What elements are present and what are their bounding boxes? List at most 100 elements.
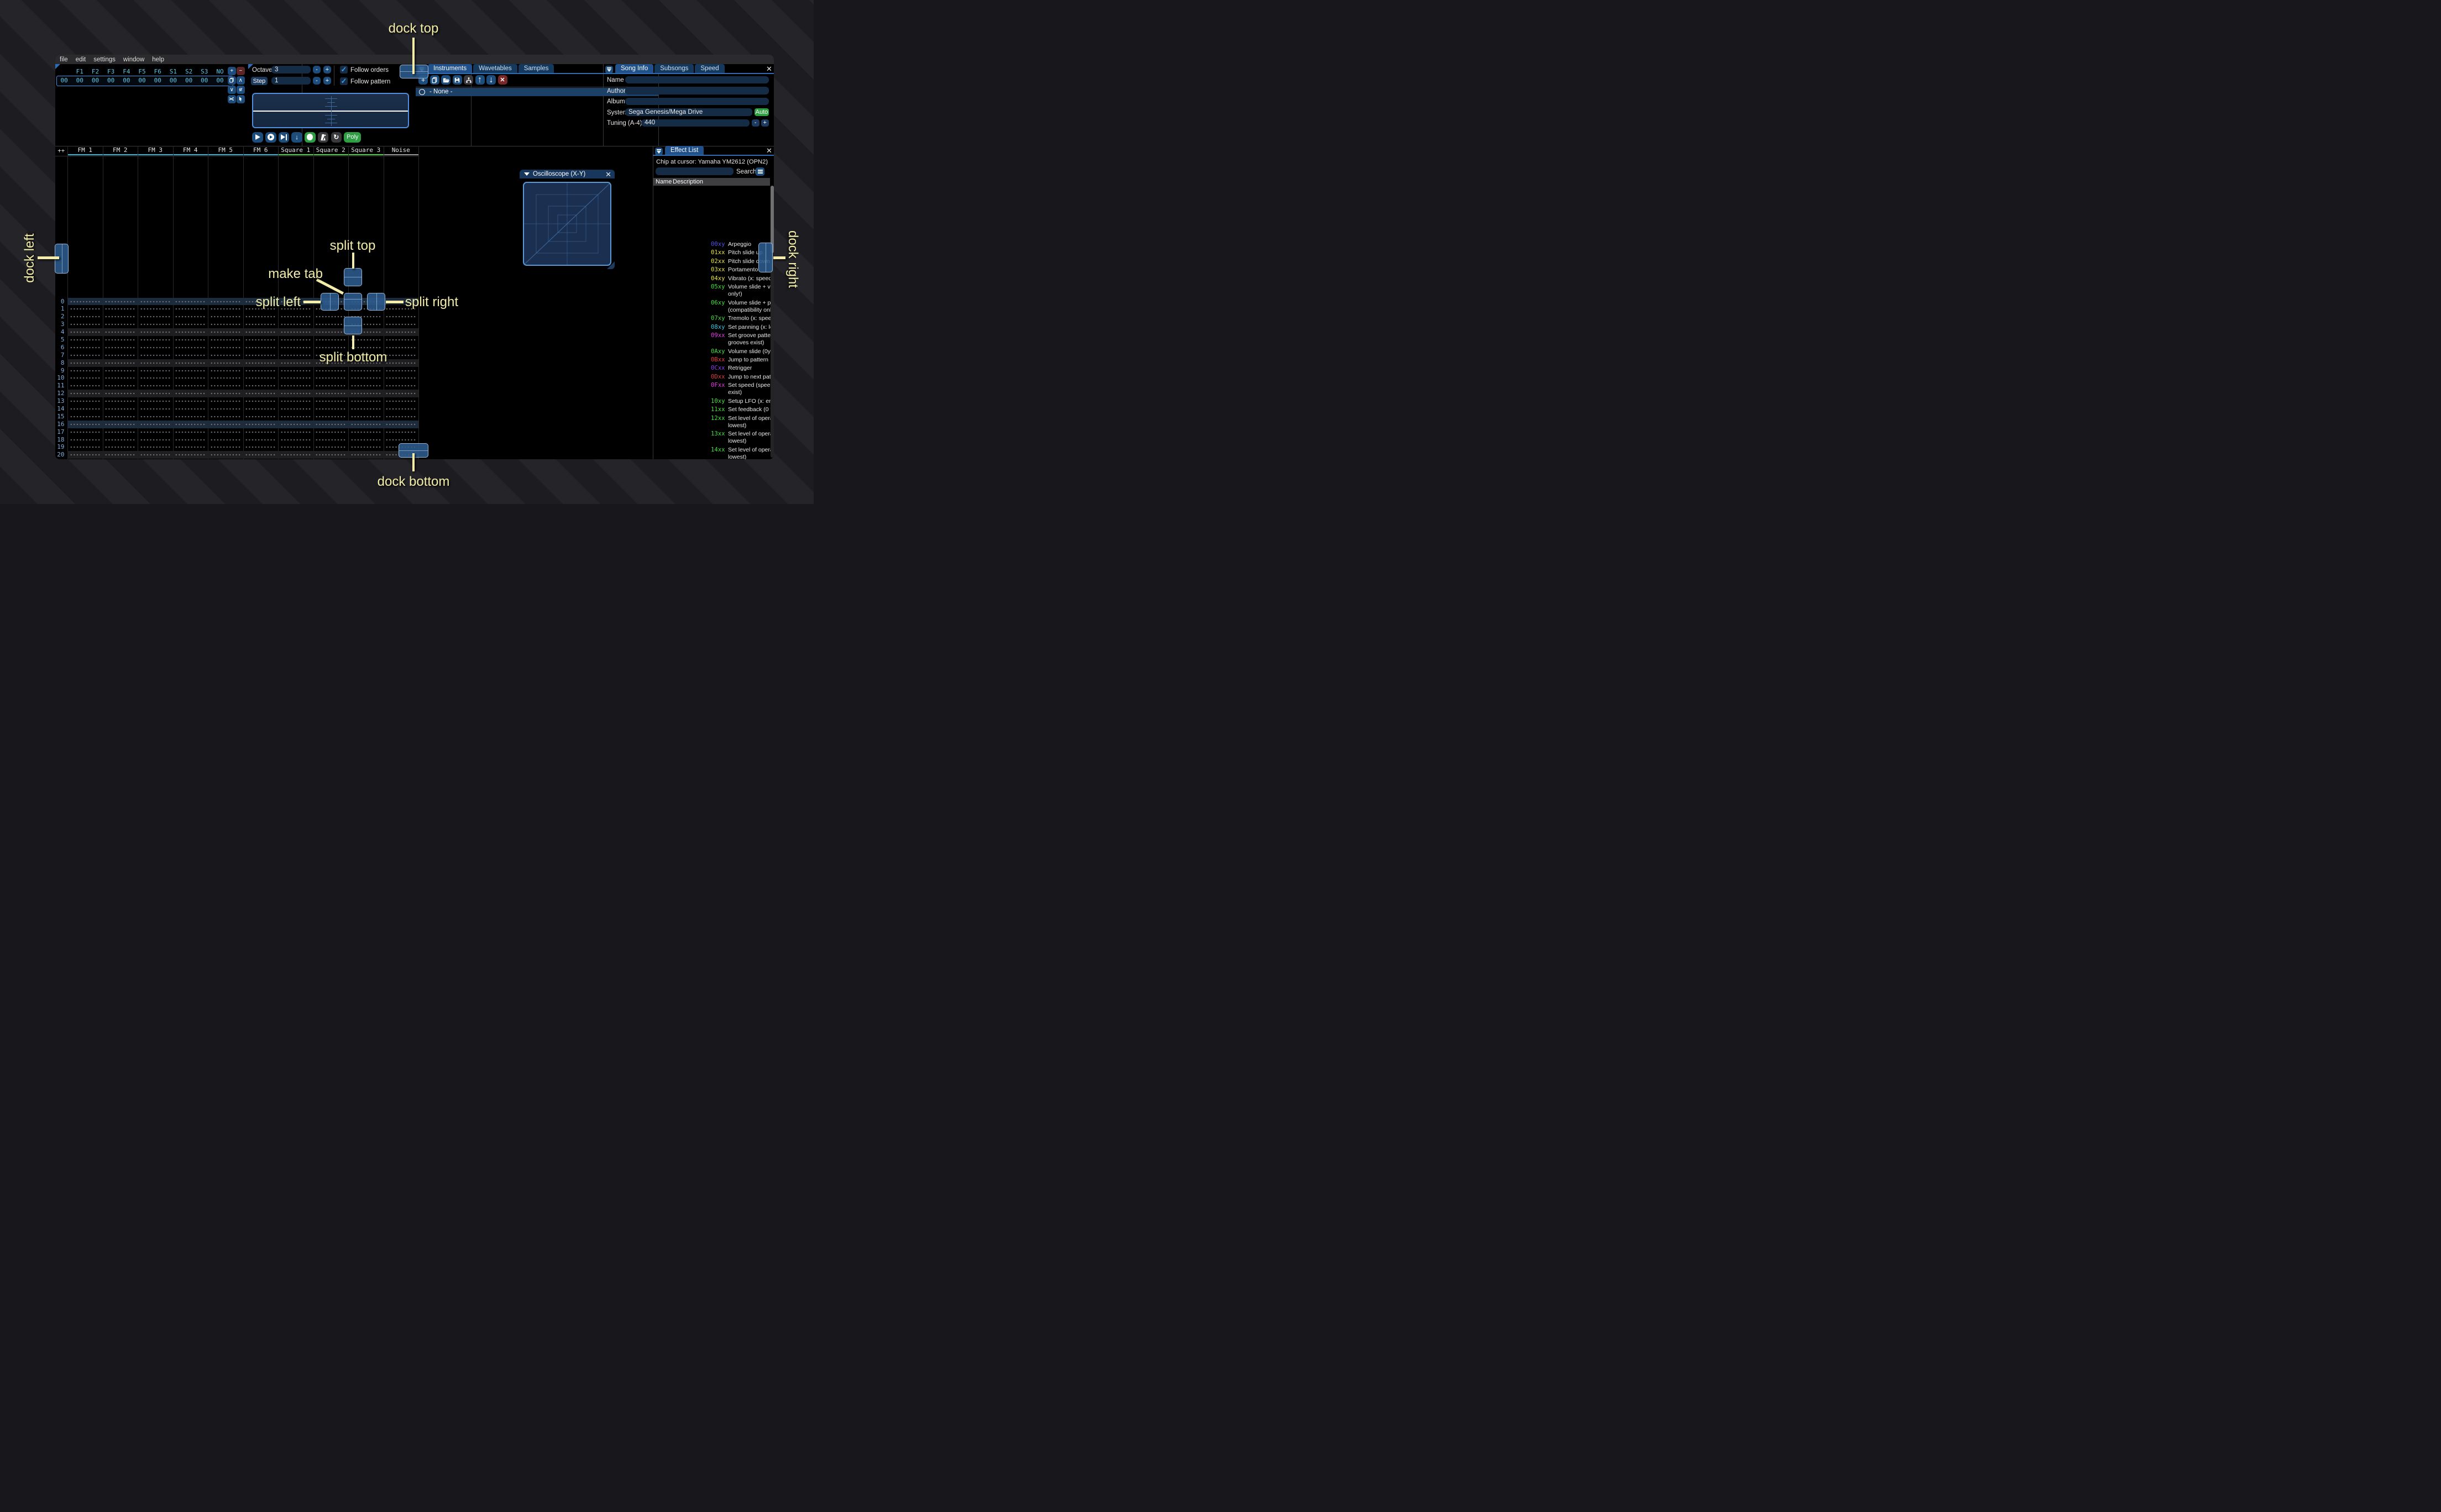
collapse-icon[interactable] xyxy=(524,172,530,176)
split-bottom-target[interactable] xyxy=(344,316,362,335)
order-pointer-icon[interactable] xyxy=(237,95,245,103)
step-minus-button[interactable]: - xyxy=(313,77,321,85)
orders-cell[interactable]: 00 xyxy=(56,77,72,84)
effect-table-header[interactable]: Name Description xyxy=(653,178,770,186)
channel-header[interactable]: FM 3 xyxy=(138,146,173,155)
dock-right-target[interactable] xyxy=(758,243,773,272)
menu-item[interactable]: help xyxy=(152,56,164,63)
order-down-double-icon[interactable]: ∊̷ xyxy=(237,86,245,94)
pattern-row[interactable] xyxy=(67,451,418,459)
tab-effect-list[interactable]: Effect List xyxy=(665,146,704,155)
instrument-tree-icon[interactable] xyxy=(464,75,473,85)
oscilloscope-xy-window[interactable]: Oscilloscope (X-Y) ✕ xyxy=(520,170,615,269)
tab-instruments[interactable]: Instruments xyxy=(428,64,473,74)
effect-row[interactable]: 09xx Set groove pattern (speed 1 if no g… xyxy=(708,332,774,348)
order-shuffle-icon[interactable] xyxy=(228,95,236,103)
effect-row[interactable]: 06xy Volume slide + portamento (compatib… xyxy=(708,299,774,315)
channel-header[interactable]: Square 2 xyxy=(313,146,348,155)
effect-row[interactable]: 0Cxx Retrigger xyxy=(708,364,774,372)
follow-orders-checkbox[interactable]: ✓ xyxy=(340,65,348,74)
pattern-row[interactable] xyxy=(67,435,418,444)
close-icon[interactable]: ✕ xyxy=(605,171,611,178)
follow-pattern-checkbox[interactable]: ✓ xyxy=(340,77,348,85)
tab-samples[interactable]: Samples xyxy=(518,64,554,74)
orders-cell[interactable]: 00 xyxy=(165,77,181,84)
menu-item[interactable]: file xyxy=(60,56,68,63)
orders-cell[interactable]: 00 xyxy=(212,77,228,84)
instrument-duplicate-icon[interactable] xyxy=(429,75,439,85)
pattern-row[interactable] xyxy=(67,397,418,405)
step-input[interactable]: 1 xyxy=(271,77,311,85)
pattern-row[interactable] xyxy=(67,313,418,321)
octave-minus-button[interactable]: - xyxy=(313,66,321,74)
orders-cell[interactable]: 00 xyxy=(72,77,87,84)
octave-input[interactable]: 3 xyxy=(271,66,311,74)
order-up-icon[interactable]: ∧ xyxy=(237,76,245,85)
instrument-move-down-icon[interactable]: ↓ xyxy=(486,75,496,85)
pattern-row[interactable] xyxy=(67,443,418,452)
system-input[interactable]: Sega Genesis/Mega Drive xyxy=(625,108,752,116)
order-add-button[interactable]: + xyxy=(228,67,236,75)
orders-cell[interactable]: 00 xyxy=(119,77,134,84)
instrument-delete-icon[interactable]: ✕ xyxy=(497,75,507,85)
album-input[interactable] xyxy=(625,97,769,105)
description-column-header[interactable]: Description xyxy=(673,179,703,185)
orders-cell[interactable]: 00 xyxy=(150,77,165,84)
order-down-icon[interactable]: ∨ xyxy=(228,86,236,94)
channel-header[interactable]: FM 5 xyxy=(208,146,243,155)
effect-search-input[interactable] xyxy=(656,167,734,175)
pattern-row[interactable] xyxy=(67,390,418,398)
effect-row[interactable]: 04xy Vibrato (x: speed; y: depth) xyxy=(708,275,774,283)
menu-item[interactable]: edit xyxy=(76,56,86,63)
name-input[interactable] xyxy=(625,76,769,83)
effect-list-menu-icon[interactable] xyxy=(756,167,764,176)
pattern-row[interactable] xyxy=(67,382,418,390)
channel-header[interactable]: Square 3 xyxy=(348,146,384,155)
orders-cell[interactable]: 00 xyxy=(181,77,197,84)
effect-row[interactable]: 14xx Set level of operator 3 (0 highest,… xyxy=(708,446,774,459)
instrument-move-up-icon[interactable]: ↑ xyxy=(475,75,485,85)
effect-list-scrollbar[interactable] xyxy=(771,186,774,458)
effect-row[interactable]: 0Axy Volume slide (0y: down; x0: up) xyxy=(708,348,774,356)
close-icon[interactable]: ✕ xyxy=(766,147,772,154)
split-left-target[interactable] xyxy=(321,293,339,311)
channel-header[interactable]: FM 1 xyxy=(67,146,103,155)
instrument-save-icon[interactable] xyxy=(452,75,462,85)
tuning-plus-button[interactable]: + xyxy=(761,119,769,127)
pattern-row[interactable] xyxy=(67,428,418,436)
order-remove-button[interactable]: − xyxy=(237,67,245,75)
menu-item[interactable]: settings xyxy=(93,56,116,63)
effect-row[interactable]: 05xy Volume slide + vibrato (compatibili… xyxy=(708,283,774,299)
channel-header[interactable]: FM 6 xyxy=(243,146,278,155)
pattern-row[interactable] xyxy=(67,305,418,313)
step-plus-button[interactable]: + xyxy=(323,77,331,85)
effect-row[interactable]: 0Dxx Jump to next pattern xyxy=(708,373,774,381)
tuning-input[interactable]: 440 xyxy=(641,119,750,127)
effect-row[interactable]: 0Fxx Set speed (speed 2 if no grooves ex… xyxy=(708,381,774,397)
effect-row[interactable]: 11xx Set feedback (0 to 7) xyxy=(708,406,774,414)
pattern-row[interactable] xyxy=(67,405,418,413)
step-row-button[interactable]: ↓ xyxy=(291,132,302,143)
split-top-target[interactable] xyxy=(344,268,362,286)
tab-song-info[interactable]: Song Info xyxy=(615,64,654,74)
order-duplicate-icon[interactable] xyxy=(228,76,236,85)
menu-item[interactable]: window xyxy=(123,56,144,63)
effect-row[interactable]: 12xx Set level of operator 1 (0 highest,… xyxy=(708,414,774,430)
record-button[interactable] xyxy=(305,132,316,143)
octave-plus-button[interactable]: + xyxy=(323,66,331,74)
orders-cell[interactable]: 00 xyxy=(134,77,150,84)
author-input[interactable] xyxy=(625,87,769,95)
play-pattern-button[interactable] xyxy=(265,132,276,143)
pattern-row[interactable] xyxy=(67,328,418,336)
collapse-panel-icon[interactable] xyxy=(655,148,663,155)
play-button[interactable] xyxy=(252,132,263,143)
close-icon[interactable]: ✕ xyxy=(766,65,772,72)
orders-cell[interactable]: 00 xyxy=(197,77,212,84)
effect-row[interactable]: 0Bxx Jump to pattern xyxy=(708,356,774,364)
pattern-row[interactable] xyxy=(67,321,418,329)
play-to-cursor-button[interactable] xyxy=(278,132,290,143)
make-tab-target[interactable] xyxy=(344,293,362,311)
channel-header[interactable]: Noise xyxy=(383,146,418,155)
name-column-header[interactable]: Name xyxy=(656,179,673,185)
orders-cell[interactable]: 00 xyxy=(87,77,103,84)
